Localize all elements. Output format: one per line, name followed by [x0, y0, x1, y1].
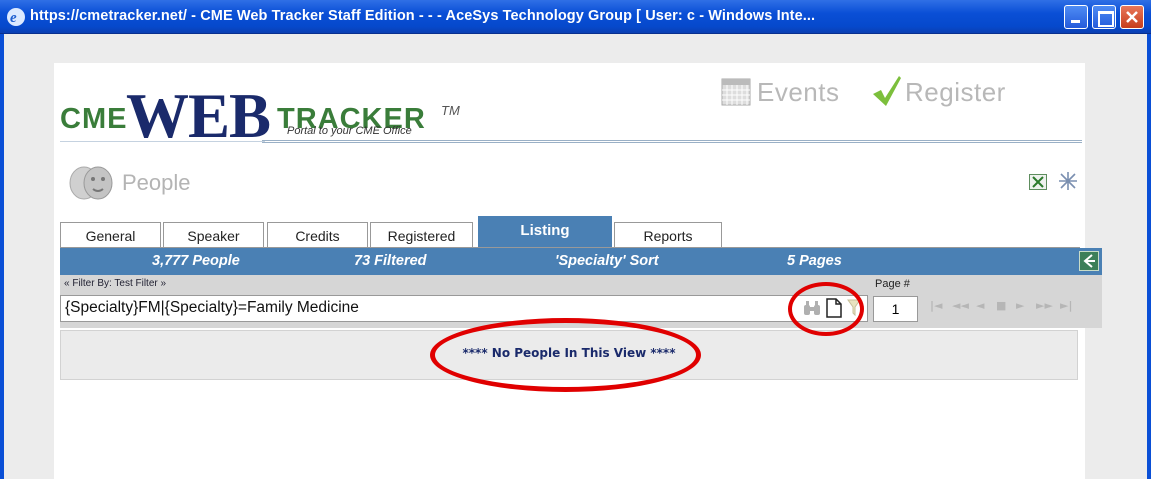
- first-page-button[interactable]: |◄: [930, 299, 942, 312]
- tab-speaker[interactable]: Speaker: [163, 222, 264, 248]
- minimize-button[interactable]: [1064, 5, 1088, 29]
- window-titlebar: e https://cmetracker.net/ - CME Web Trac…: [0, 0, 1151, 34]
- next-page-button[interactable]: ►: [1016, 299, 1024, 312]
- prev-page-button[interactable]: ◄: [976, 299, 984, 312]
- logo-tagline: Portal to your CME Office: [287, 125, 412, 137]
- back-arrow-button[interactable]: [1079, 251, 1099, 271]
- people-icon: [69, 166, 113, 200]
- tab-listing[interactable]: Listing: [478, 216, 612, 248]
- tab-credits[interactable]: Credits: [267, 222, 368, 248]
- stop-button[interactable]: ■: [996, 299, 1006, 312]
- excel-export-icon[interactable]: [1029, 174, 1047, 190]
- logo-tm-mark: TM: [441, 103, 460, 118]
- logo-web-text: WEB: [126, 81, 271, 151]
- hierarchy-icon[interactable]: [1057, 170, 1079, 192]
- filtered-count: 73 Filtered: [354, 253, 427, 269]
- last-page-button[interactable]: ►|: [1060, 299, 1072, 312]
- ie-icon: e: [7, 8, 25, 26]
- annotation-circle-icons: [788, 282, 864, 336]
- page-number-label: Page #: [875, 278, 910, 290]
- close-icon: [1126, 11, 1138, 23]
- filter-input[interactable]: {Specialty}FM|{Specialty}=Family Medicin…: [60, 295, 868, 322]
- close-button[interactable]: [1120, 5, 1144, 29]
- svg-text:e: e: [10, 10, 17, 26]
- sort-indicator: 'Specialty' Sort: [555, 253, 659, 269]
- maximize-button[interactable]: [1092, 5, 1116, 29]
- header-divider-left: [60, 141, 265, 142]
- arrow-left-icon: [1083, 254, 1095, 268]
- prev-set-button[interactable]: ◄◄: [952, 299, 969, 312]
- tab-reports[interactable]: Reports: [614, 222, 722, 248]
- pager-controls: |◄ ◄◄ ◄ ■ ► ►► ►|: [930, 295, 1080, 319]
- annotation-circle-message: [430, 318, 701, 392]
- next-set-button[interactable]: ►►: [1036, 299, 1053, 312]
- register-link[interactable]: Register: [905, 77, 1006, 108]
- tab-registered[interactable]: Registered: [370, 222, 473, 248]
- section-title: People: [122, 170, 191, 195]
- page-count: 5 Pages: [787, 253, 842, 269]
- calendar-icon[interactable]: [721, 78, 751, 106]
- people-count: 3,777 People: [152, 253, 240, 269]
- window-title: https://cmetracker.net/ - CME Web Tracke…: [30, 8, 816, 24]
- checkmark-icon[interactable]: [871, 74, 903, 108]
- window-frame-right: [1147, 34, 1151, 479]
- logo-cme-text: CME: [60, 103, 128, 135]
- listing-status-bar: 3,777 People 73 Filtered 'Specialty' Sor…: [60, 248, 1102, 275]
- tab-general[interactable]: General: [60, 222, 161, 248]
- filter-by-link[interactable]: « Filter By: Test Filter »: [64, 278, 166, 289]
- events-link[interactable]: Events: [757, 77, 840, 108]
- header-divider: [262, 140, 1082, 143]
- page-number-input[interactable]: 1: [873, 296, 918, 322]
